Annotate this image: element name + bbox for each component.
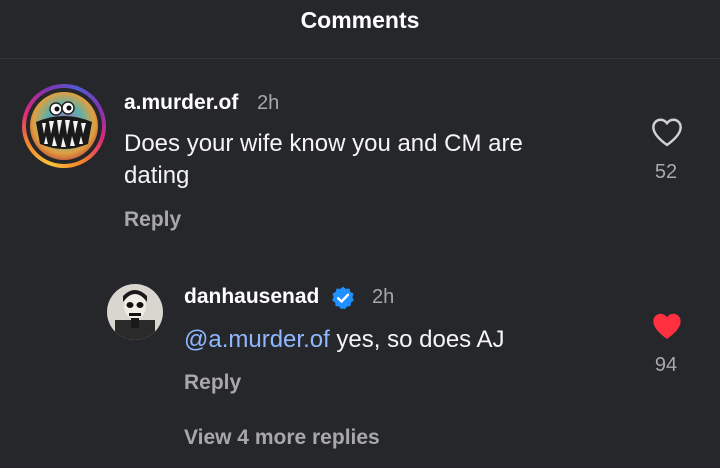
comments-header: Comments bbox=[0, 0, 720, 59]
reply-button[interactable]: Reply bbox=[184, 371, 241, 395]
verified-badge-icon bbox=[330, 285, 356, 311]
avatar-story-ring[interactable] bbox=[22, 84, 106, 168]
face-paint-avatar-icon[interactable] bbox=[107, 284, 163, 340]
heart-icon[interactable] bbox=[650, 117, 684, 147]
reply-username[interactable]: danhausenad bbox=[184, 285, 319, 309]
reply-body: yes, so does AJ bbox=[329, 326, 505, 353]
reply-button[interactable]: Reply bbox=[124, 208, 181, 232]
comment-username[interactable]: a.murder.of bbox=[124, 91, 238, 115]
reply-time: 2h bbox=[372, 286, 395, 308]
comment-item: a.murder.of 2h Does your wife know you a… bbox=[0, 58, 720, 248]
heart-filled-icon[interactable] bbox=[650, 311, 684, 341]
page-title: Comments bbox=[300, 7, 420, 33]
monster-avatar-icon bbox=[30, 92, 98, 160]
mention-link[interactable]: @a.murder.of bbox=[184, 326, 330, 353]
reply-text: @a.murder.of yes, so does AJ bbox=[184, 324, 624, 356]
comment-text: Does your wife know you and CM are datin… bbox=[124, 130, 523, 189]
reply-item: danhausenad 2h @a.murder.of yes, so does… bbox=[0, 268, 720, 408]
like-count: 52 bbox=[654, 161, 678, 183]
like-count: 94 bbox=[654, 354, 678, 376]
comment-time: 2h bbox=[257, 92, 280, 114]
view-more-replies-button[interactable]: View 4 more replies bbox=[184, 426, 380, 450]
